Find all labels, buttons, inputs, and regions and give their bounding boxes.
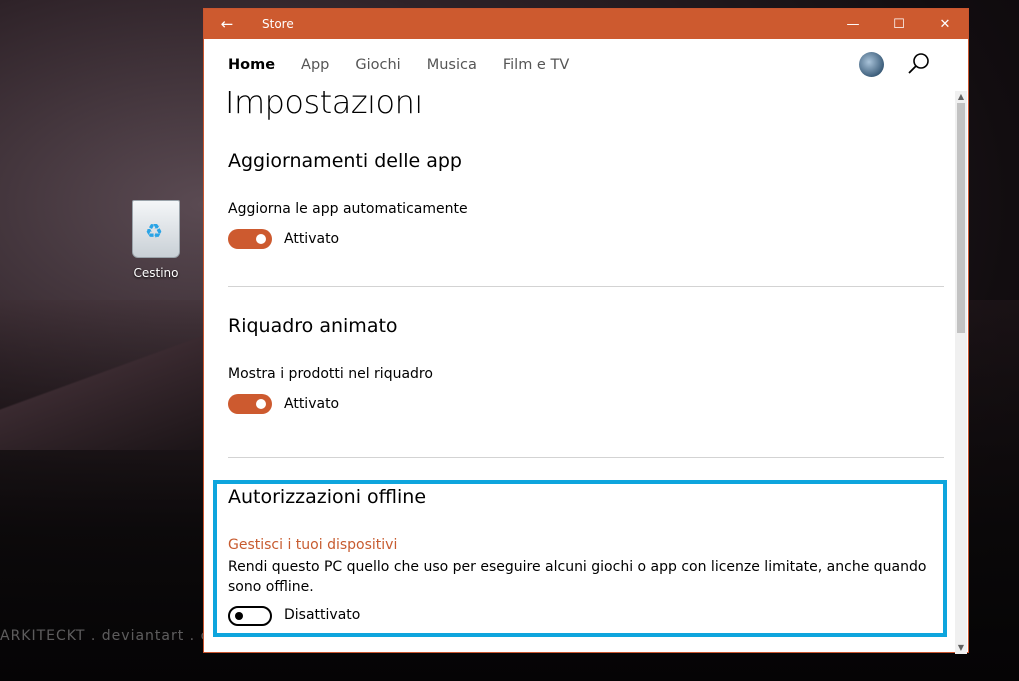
wallpaper-watermark: ARKITECKT . deviantart . com	[0, 628, 234, 644]
close-icon: ✕	[939, 16, 951, 32]
nav-item-giochi[interactable]: Giochi	[355, 57, 400, 73]
window-controls: — ☐ ✕	[830, 9, 968, 39]
nav-item-app[interactable]: App	[301, 57, 329, 73]
auto-update-toggle-state: Attivato	[284, 231, 340, 247]
settings-content: Impostazioni Aggiornamenti delle app Agg…	[204, 91, 956, 654]
maximize-button[interactable]: ☐	[876, 9, 922, 39]
page-title: Impostazioni	[225, 91, 423, 121]
minimize-icon: —	[846, 16, 860, 32]
live-tile-toggle-state: Attivato	[284, 396, 340, 412]
section-divider	[228, 286, 944, 287]
recycle-bin-icon: ♻	[132, 200, 180, 258]
store-window: ← Store — ☐ ✕ Home App Giochi Musica Fil…	[203, 8, 969, 654]
user-avatar[interactable]	[859, 52, 884, 77]
search-icon[interactable]	[906, 51, 932, 77]
nav-item-film-tv[interactable]: Film e TV	[503, 57, 569, 73]
scroll-thumb[interactable]	[957, 103, 965, 333]
auto-update-toggle[interactable]	[228, 229, 272, 249]
toggle-knob	[256, 399, 266, 409]
vertical-scrollbar[interactable]: ▲ ▼	[955, 91, 967, 654]
offline-highlight-box	[213, 480, 947, 637]
toggle-knob	[256, 234, 266, 244]
live-tile-toggle[interactable]	[228, 394, 272, 414]
back-button[interactable]: ←	[204, 9, 250, 39]
section-divider	[228, 457, 944, 458]
title-bar: ← Store — ☐ ✕	[204, 9, 968, 39]
back-arrow-icon: ←	[220, 15, 234, 33]
section-title-live-tile: Riquadro animato	[228, 315, 398, 337]
scroll-down-icon[interactable]: ▼	[955, 642, 967, 654]
nav-item-musica[interactable]: Musica	[427, 57, 477, 73]
scroll-up-icon[interactable]: ▲	[955, 91, 967, 103]
section-title-updates: Aggiornamenti delle app	[228, 150, 462, 172]
minimize-button[interactable]: —	[830, 9, 876, 39]
top-nav: Home App Giochi Musica Film e TV	[204, 39, 968, 91]
nav-item-home[interactable]: Home	[228, 57, 275, 73]
close-button[interactable]: ✕	[922, 9, 968, 39]
window-title: Store	[262, 17, 294, 31]
setting-label-auto-update: Aggiorna le app automaticamente	[228, 201, 468, 217]
recycle-bin-shortcut[interactable]: ♻ Cestino	[120, 200, 192, 280]
setting-label-live-tile: Mostra i prodotti nel riquadro	[228, 366, 433, 382]
recycle-bin-label: Cestino	[133, 266, 179, 280]
desktop-mountain	[0, 330, 210, 450]
maximize-icon: ☐	[893, 16, 905, 32]
